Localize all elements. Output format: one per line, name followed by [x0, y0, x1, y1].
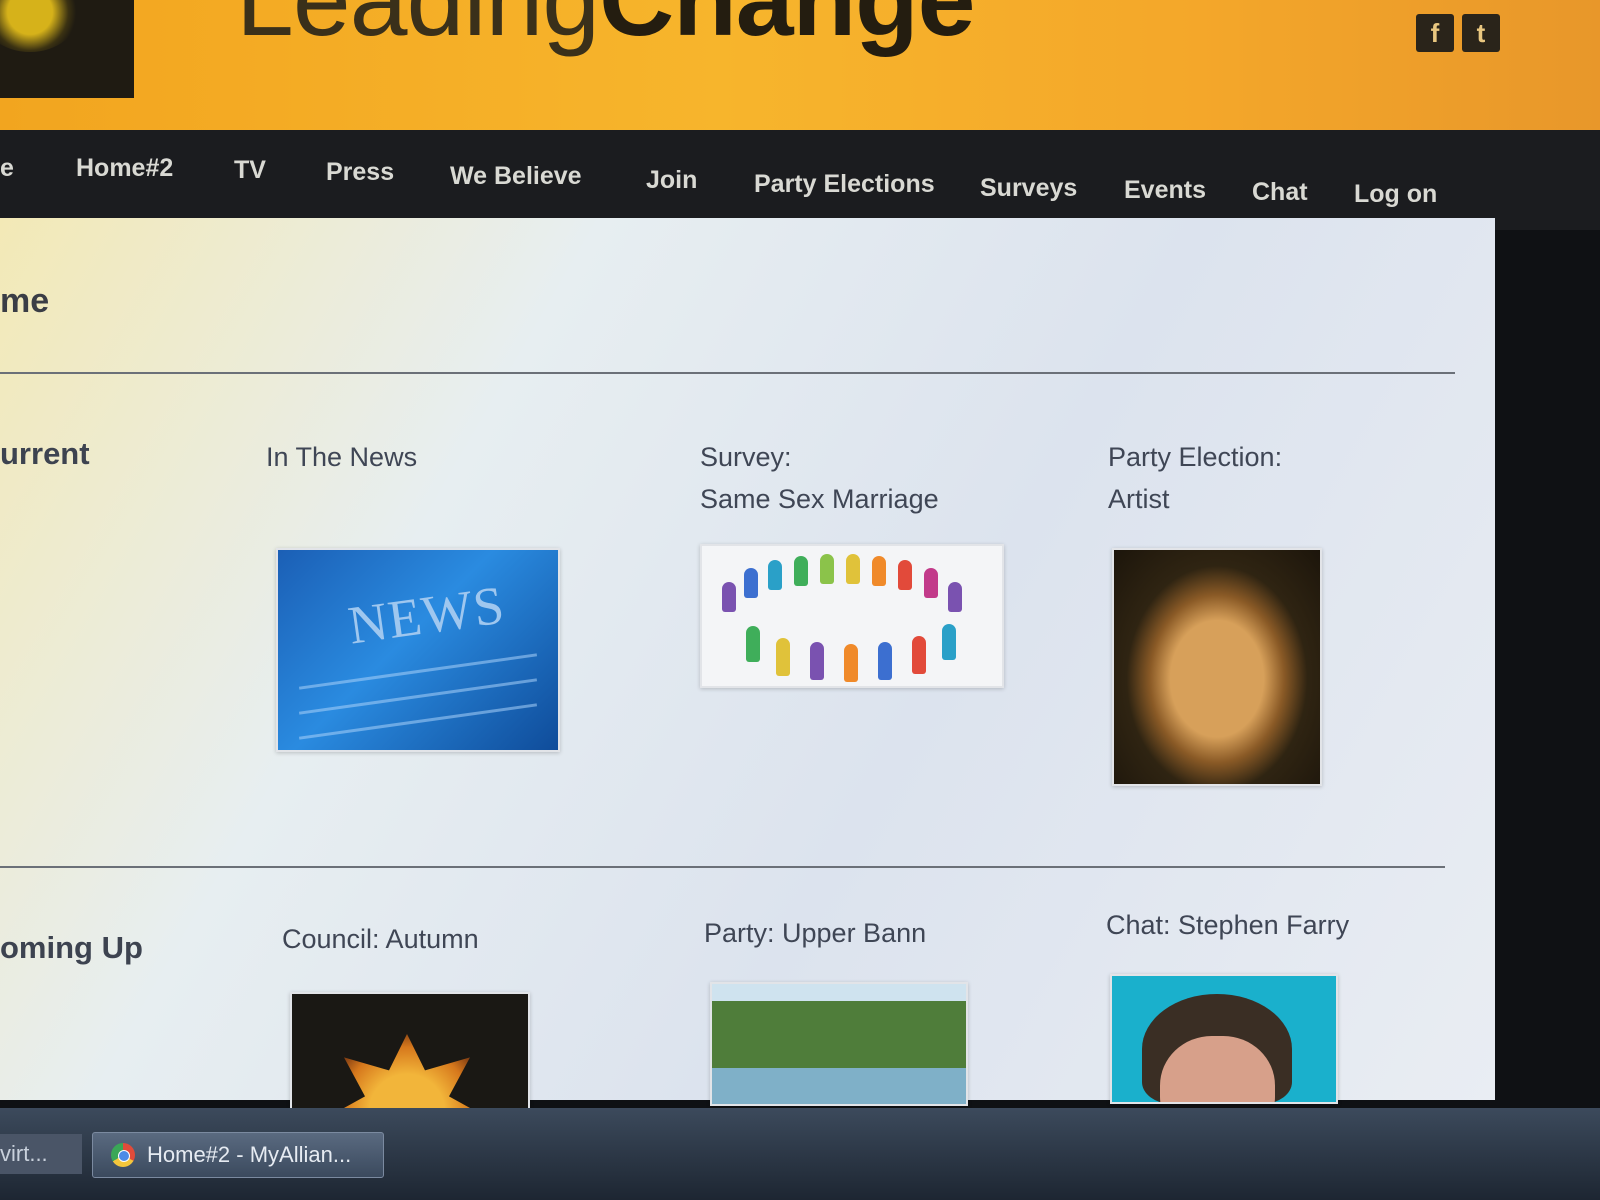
person-photo[interactable]: [1110, 974, 1338, 1104]
river-landscape-image[interactable]: [710, 982, 968, 1106]
nav-item-tv[interactable]: TV: [234, 156, 266, 185]
person-figure: [844, 644, 858, 682]
facebook-icon[interactable]: f: [1416, 14, 1454, 52]
taskbar-item-active[interactable]: Home#2 - MyAllian...: [92, 1132, 384, 1178]
card-title-line: Party Election:: [1108, 442, 1283, 472]
person-figure: [912, 636, 926, 674]
person-figure: [942, 624, 956, 660]
logo-sun-icon: [0, 0, 80, 52]
nav-item-join[interactable]: Join: [646, 166, 697, 195]
person-figure: [898, 560, 912, 590]
chrome-icon: [111, 1143, 135, 1167]
card-title-line: Artist: [1108, 484, 1170, 514]
person-figure: [768, 560, 782, 590]
nav-item-party-elections[interactable]: Party Elections: [754, 170, 935, 199]
person-figure: [810, 642, 824, 680]
person-figure: [820, 554, 834, 584]
person-figure: [794, 556, 808, 586]
content-panel: me urrent In The News NEWS Survey: Same …: [0, 218, 1495, 1126]
twitter-icon[interactable]: t: [1462, 14, 1500, 52]
person-figure: [722, 582, 736, 612]
card-title-council-autumn[interactable]: Council: Autumn: [282, 918, 479, 960]
site-logo[interactable]: [0, 0, 134, 98]
people-circle-image[interactable]: [700, 544, 1004, 688]
news-image-text: NEWS: [344, 574, 509, 656]
taskbar-item[interactable]: virt...: [0, 1134, 82, 1174]
card-title-line: Survey:: [700, 442, 792, 472]
nav-item-surveys[interactable]: Surveys: [980, 174, 1077, 203]
person-figure: [948, 582, 962, 612]
section-label-coming-up: oming Up: [0, 930, 143, 965]
nav-item-press[interactable]: Press: [326, 158, 394, 187]
card-title-in-the-news[interactable]: In The News: [266, 436, 417, 478]
card-title-chat-stephen-farry[interactable]: Chat: Stephen Farry: [1106, 904, 1349, 946]
card-title-party-upper-bann[interactable]: Party: Upper Bann: [704, 912, 926, 954]
os-taskbar: virt... Home#2 - MyAllian...: [0, 1108, 1600, 1200]
nav-item-events[interactable]: Events: [1124, 176, 1206, 205]
divider: [0, 866, 1445, 868]
news-image[interactable]: NEWS: [276, 548, 560, 752]
card-title-line: In The News: [266, 442, 418, 472]
main-nav: e Home#2 TV Press We Believe Join Party …: [0, 130, 1600, 230]
page-title: me: [0, 282, 50, 320]
taskbar-item-label: Home#2 - MyAllian...: [147, 1142, 352, 1167]
person-figure: [878, 642, 892, 680]
nav-item-we-believe[interactable]: We Believe: [450, 162, 582, 191]
divider: [0, 372, 1455, 374]
autumn-leaf-image[interactable]: [290, 992, 530, 1126]
card-title-survey[interactable]: Survey: Same Sex Marriage: [700, 436, 939, 520]
nav-item-home[interactable]: e: [0, 154, 14, 183]
section-label-current: urrent: [0, 436, 90, 471]
person-figure: [776, 638, 790, 676]
wordmark-light: Leading: [236, 0, 600, 58]
person-figure: [744, 568, 758, 598]
person-figure: [746, 626, 760, 662]
nav-item-home2[interactable]: Home#2: [76, 154, 173, 183]
wordmark-bold: Change: [599, 0, 975, 58]
site-header: LeadingChange f t: [0, 0, 1600, 150]
mona-lisa-portrait[interactable]: [1112, 548, 1322, 786]
person-figure: [872, 556, 886, 586]
nav-item-log-on[interactable]: Log on: [1354, 180, 1437, 209]
card-title-party-election[interactable]: Party Election: Artist: [1108, 436, 1282, 520]
person-figure: [924, 568, 938, 598]
person-figure: [846, 554, 860, 584]
site-wordmark: LeadingChange: [236, 0, 976, 52]
card-title-line: Same Sex Marriage: [700, 484, 939, 514]
nav-item-chat[interactable]: Chat: [1252, 178, 1308, 207]
